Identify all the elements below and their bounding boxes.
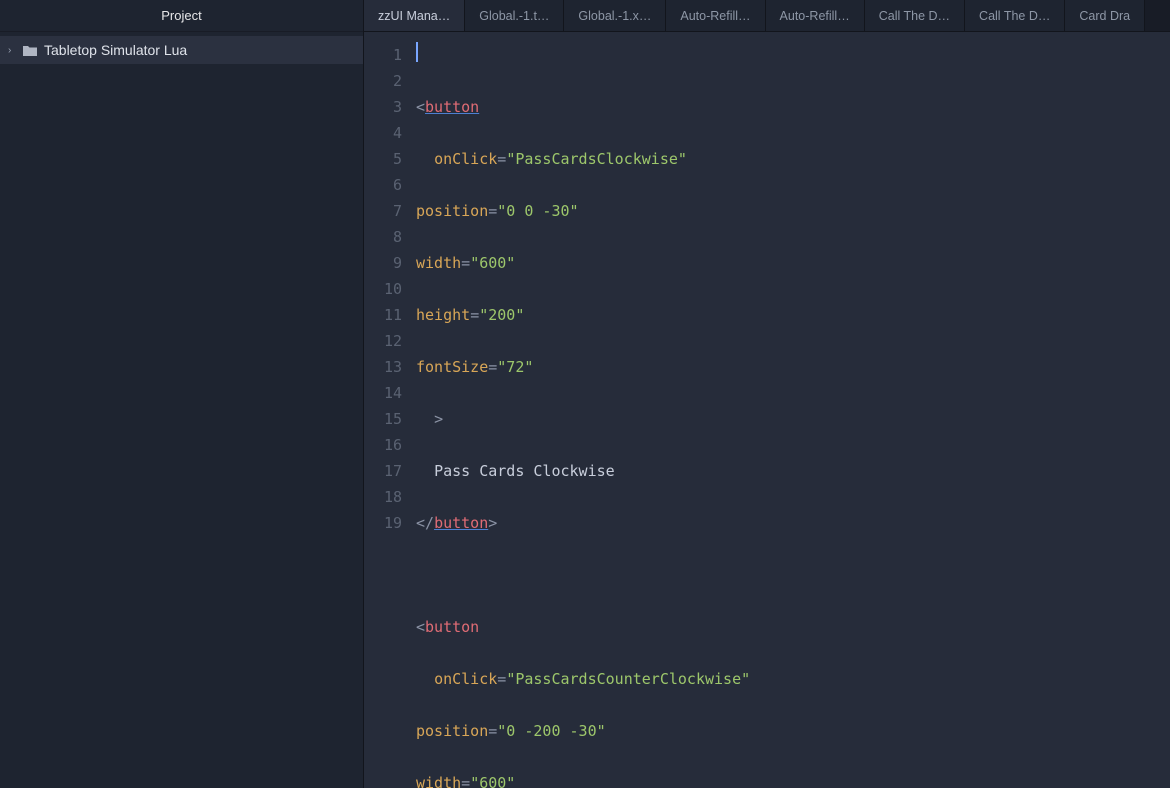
tab-6[interactable]: Call The D…	[965, 0, 1065, 31]
text-cursor	[416, 42, 418, 62]
tab-7[interactable]: Card Dra	[1065, 0, 1145, 31]
tab-bar: zzUI Mana… Global.-1.t… Global.-1.x… Aut…	[364, 0, 1170, 32]
tab-0[interactable]: zzUI Mana…	[364, 0, 465, 31]
tab-4[interactable]: Auto-Refill…	[766, 0, 865, 31]
code-editor[interactable]: 12345678910111213141516171819 <button on…	[364, 32, 1170, 788]
tree-item-root[interactable]: › Tabletop Simulator Lua	[0, 36, 363, 64]
line-gutter: 12345678910111213141516171819	[364, 32, 412, 788]
main-area: zzUI Mana… Global.-1.t… Global.-1.x… Aut…	[363, 0, 1170, 788]
tree-item-label: Tabletop Simulator Lua	[44, 42, 187, 58]
tab-2[interactable]: Global.-1.x…	[564, 0, 666, 31]
tab-1[interactable]: Global.-1.t…	[465, 0, 564, 31]
code-content[interactable]: <button onClick="PassCardsClockwise" pos…	[412, 32, 1170, 788]
sidebar-title: Project	[0, 0, 363, 32]
sidebar: Project › Tabletop Simulator Lua	[0, 0, 363, 788]
app-root: Project › Tabletop Simulator Lua zzUI Ma…	[0, 0, 1170, 788]
tab-3[interactable]: Auto-Refill…	[666, 0, 765, 31]
file-tree: › Tabletop Simulator Lua	[0, 32, 363, 64]
folder-icon	[22, 44, 38, 57]
tab-5[interactable]: Call The D…	[865, 0, 965, 31]
chevron-right-icon: ›	[8, 45, 16, 56]
